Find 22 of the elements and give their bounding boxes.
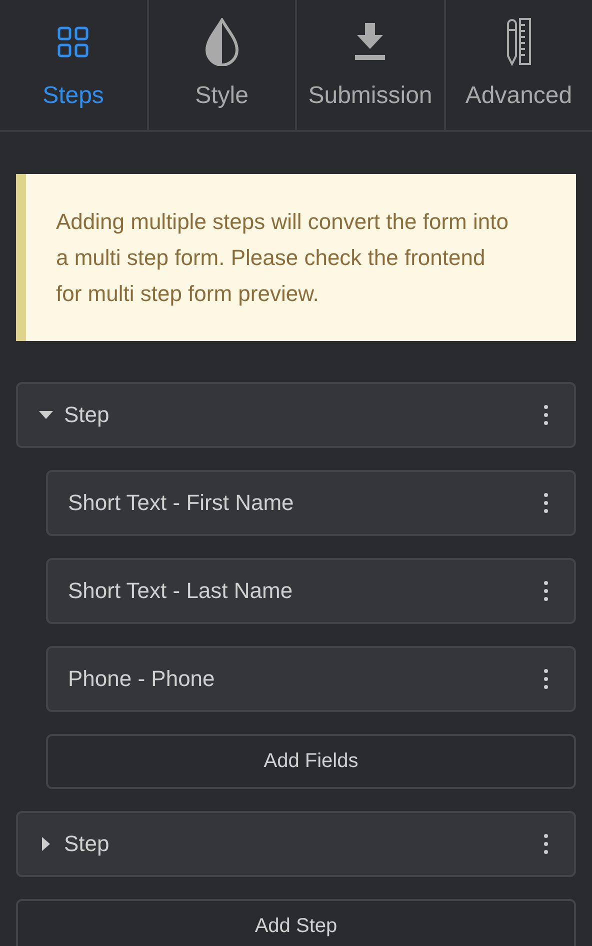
tab[interactable]: Style (148, 0, 297, 130)
more-icon[interactable] (544, 834, 548, 854)
field-item[interactable]: Short Text - First Name (46, 470, 576, 536)
pencil-ruler-icon (506, 18, 532, 66)
more-icon[interactable] (544, 405, 548, 425)
tab[interactable]: Steps (0, 0, 148, 130)
tab[interactable]: Advanced (446, 0, 592, 130)
add-step-button[interactable]: Add Step (16, 899, 576, 946)
grid-icon (57, 26, 90, 58)
field-item[interactable]: Phone - Phone (46, 646, 576, 712)
drop-icon (204, 18, 239, 66)
more-icon[interactable] (544, 493, 548, 513)
more-icon[interactable] (544, 581, 548, 601)
step-header[interactable]: Step (16, 811, 576, 877)
field-item[interactable]: Short Text - Last Name (46, 558, 576, 624)
tab[interactable]: Submission (297, 0, 446, 130)
add-fields-button[interactable]: Add Fields (46, 734, 576, 789)
notice-message: Adding multiple steps will convert the form into a multi step form. Please check the frontend for multi step form preview. (16, 174, 576, 341)
download-icon (354, 23, 386, 61)
more-icon[interactable] (544, 669, 548, 689)
caret-down-icon[interactable] (38, 411, 54, 419)
step-header[interactable]: Step (16, 382, 576, 448)
